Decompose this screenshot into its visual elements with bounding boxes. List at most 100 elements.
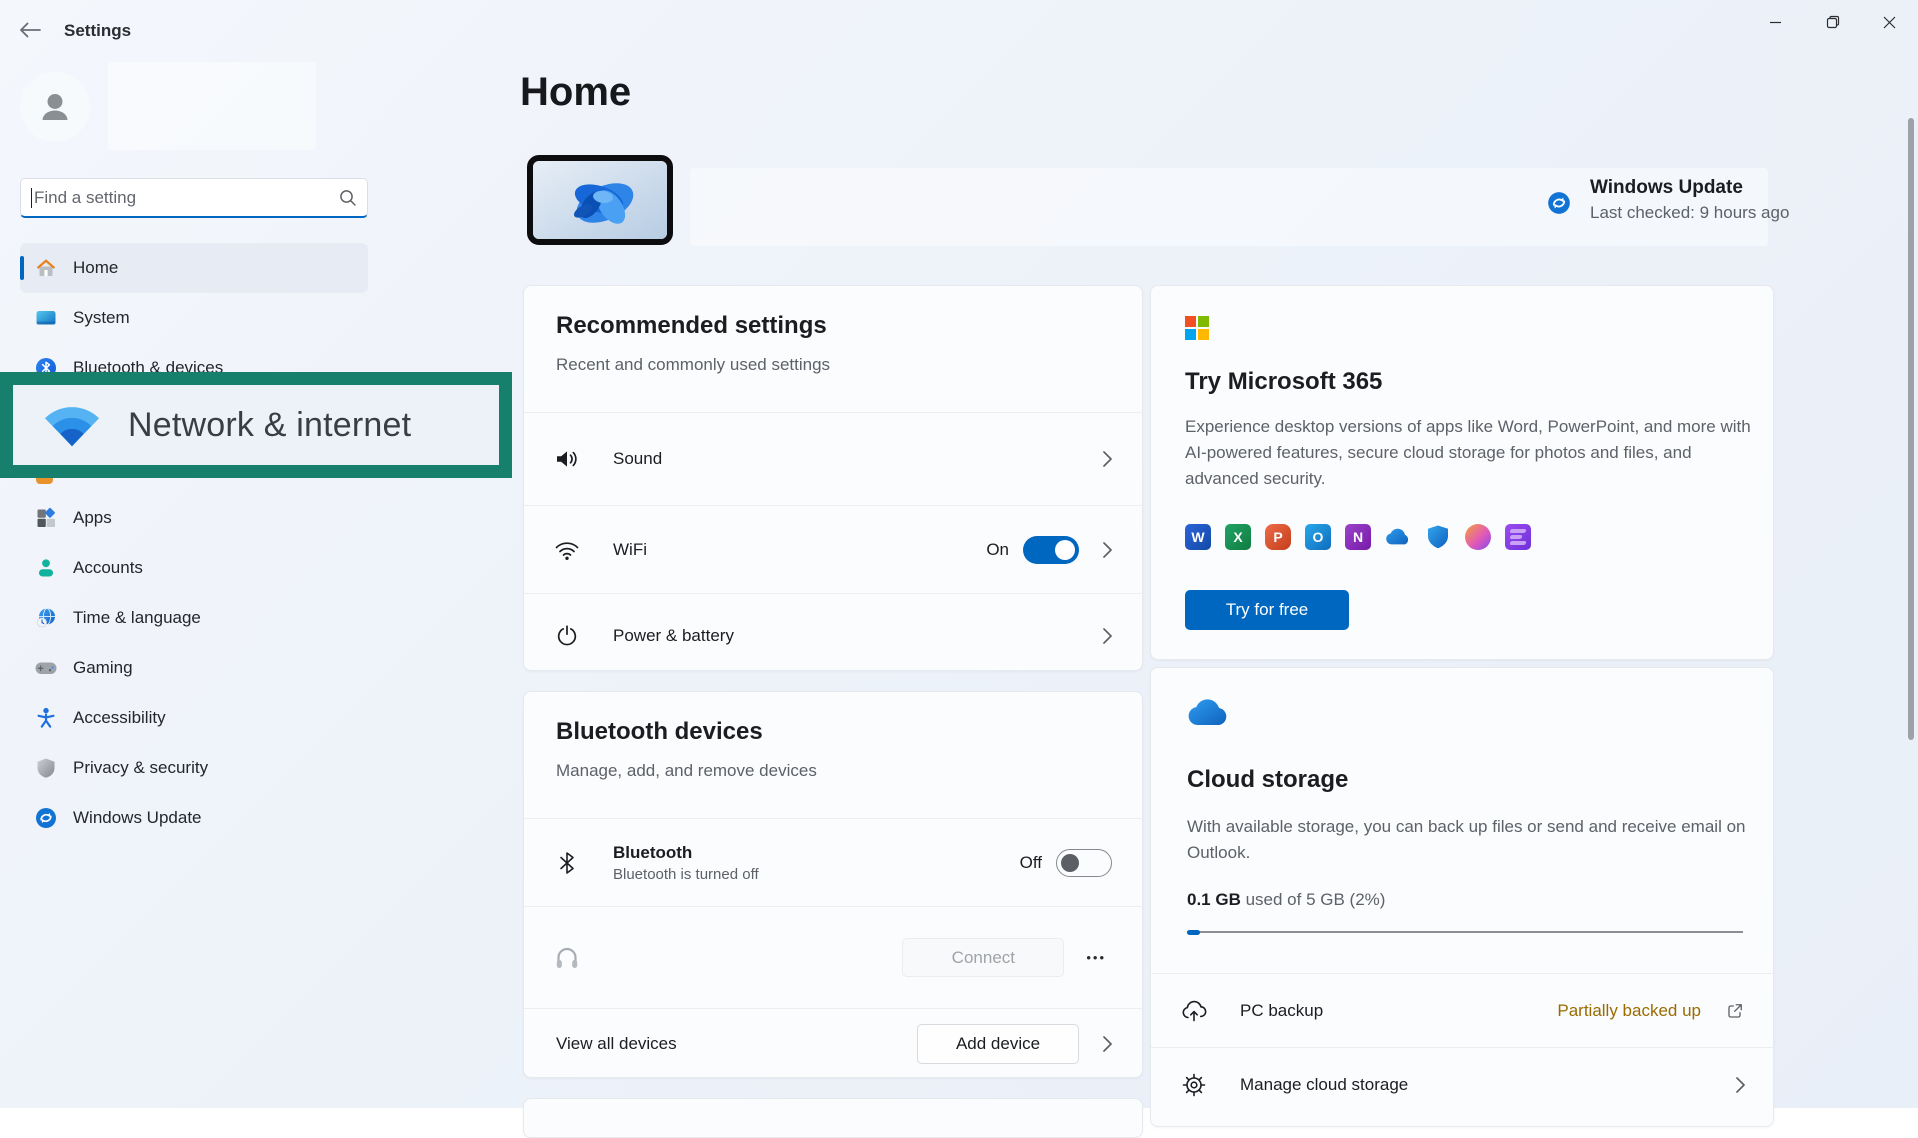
clipchamp-icon <box>1505 524 1531 550</box>
card-title: Cloud storage <box>1187 766 1349 793</box>
sidebar-item-accounts[interactable]: Accounts <box>20 543 368 593</box>
page-title: Home <box>520 70 632 114</box>
sidebar-item-apps[interactable]: Apps <box>20 493 368 543</box>
toggle-state-label: Off <box>1019 852 1042 872</box>
sidebar-item-label: Accessibility <box>73 708 166 727</box>
manage-cloud-storage-row[interactable]: Manage cloud storage <box>1151 1047 1773 1121</box>
wifi-row[interactable]: WiFi On <box>524 505 1142 593</box>
sidebar-item-label: Accounts <box>73 558 143 577</box>
card-title: Bluetooth devices <box>556 718 763 745</box>
sidebar-item-label: Apps <box>73 508 112 527</box>
selected-indicator <box>20 256 24 280</box>
search-placeholder: Find a setting <box>34 187 137 207</box>
view-all-devices-row[interactable]: View all devices Add device <box>524 1008 1142 1077</box>
update-title: Windows Update <box>1590 177 1743 198</box>
apps-icon <box>34 506 58 530</box>
windows-update-icon <box>1546 190 1572 216</box>
window-controls <box>1747 0 1918 44</box>
scrollbar-thumb[interactable] <box>1908 118 1914 740</box>
connect-button[interactable]: Connect <box>902 938 1065 977</box>
row-label: Sound <box>613 449 663 468</box>
search-input[interactable]: Find a setting <box>20 178 368 218</box>
row-label: Power & battery <box>613 625 734 645</box>
power-battery-row[interactable]: Power & battery <box>524 593 1142 670</box>
backup-status-badge: Partially backed up <box>1557 1000 1701 1020</box>
sidebar-item-label: Gaming <box>73 658 133 677</box>
row-label: WiFi <box>613 539 647 559</box>
account-name-skeleton <box>108 62 316 150</box>
onedrive-icon <box>1385 524 1411 550</box>
system-icon <box>34 306 58 330</box>
sidebar-item-label: Time & language <box>73 608 201 627</box>
network-internet-magnified: Network & internet <box>13 385 499 465</box>
chevron-right-icon <box>1103 451 1112 467</box>
person-icon <box>35 87 75 127</box>
defender-icon <box>1425 524 1451 550</box>
update-last-checked: Last checked: 9 hours ago <box>1590 203 1790 222</box>
sound-row[interactable]: Sound <box>524 412 1142 505</box>
excel-icon: X <box>1225 524 1251 550</box>
copilot-icon <box>1465 524 1491 550</box>
gear-icon <box>1181 1072 1207 1098</box>
sidebar-item-gaming[interactable]: Gaming <box>20 643 368 693</box>
toggle-knob <box>1055 539 1075 560</box>
bluetooth-devices-card: Bluetooth devices Manage, add, and remov… <box>523 691 1143 1078</box>
network-internet-highlight[interactable]: Network & internet <box>0 372 512 478</box>
wifi-toggle[interactable] <box>1023 535 1079 564</box>
paired-device-row[interactable]: Connect ••• <box>524 906 1142 1008</box>
row-sublabel: Bluetooth is turned off <box>613 865 759 883</box>
pc-backup-row[interactable]: PC backup Partially backed up <box>1151 973 1773 1047</box>
sidebar-item-label: Home <box>73 258 119 277</box>
row-label: Bluetooth <box>613 842 693 862</box>
power-icon <box>554 624 580 648</box>
sidebar-item-home[interactable]: Home <box>20 243 368 293</box>
more-options-button[interactable]: ••• <box>1080 944 1112 971</box>
sidebar-item-privacy-security[interactable]: Privacy & security <box>20 743 368 793</box>
cloud-storage-card: Cloud storage With available storage, yo… <box>1150 667 1774 1127</box>
outlook-icon: O <box>1305 524 1331 550</box>
next-card-partial <box>523 1098 1143 1138</box>
restore-button[interactable] <box>1804 0 1861 44</box>
wifi-icon <box>554 539 580 561</box>
sidebar-item-accessibility[interactable]: Accessibility <box>20 693 368 743</box>
office-app-icons: W X P O N <box>1185 524 1531 550</box>
back-button[interactable] <box>14 15 46 45</box>
accessibility-icon <box>34 706 58 730</box>
card-title: Recommended settings <box>556 312 827 339</box>
sidebar-item-label: System <box>73 308 130 327</box>
chevron-right-icon <box>1736 1076 1745 1093</box>
sidebar-item-label: Privacy & security <box>73 758 209 777</box>
sound-icon <box>554 447 580 471</box>
recommended-settings-card: Recommended settings Recent and commonly… <box>523 285 1143 671</box>
word-icon: W <box>1185 524 1211 550</box>
time-language-icon <box>34 606 58 630</box>
sidebar-item-time-language[interactable]: Time & language <box>20 593 368 643</box>
wifi-icon <box>43 401 101 449</box>
storage-total-value: used of 5 GB (2%) <box>1240 890 1386 909</box>
external-link-icon <box>1725 1001 1745 1021</box>
microsoft-logo-icon <box>1185 316 1209 340</box>
search-icon <box>339 189 357 207</box>
annotation-label: Network & internet <box>128 405 412 444</box>
avatar[interactable] <box>20 72 90 142</box>
chevron-right-icon <box>1103 1036 1112 1052</box>
card-description: With available storage, you can back up … <box>1187 817 1746 862</box>
back-arrow-icon <box>19 22 41 38</box>
try-for-free-button[interactable]: Try for free <box>1185 590 1349 630</box>
card-header: Recommended settings Recent and commonly… <box>524 286 1142 412</box>
bluetooth-toggle-row[interactable]: Bluetooth Bluetooth is turned off Off <box>524 818 1142 906</box>
sidebar-item-label: Windows Update <box>73 808 202 827</box>
onedrive-cloud-icon <box>1187 698 1229 726</box>
storage-usage-text: 0.1 GB used of 5 GB (2%) <box>1187 890 1385 910</box>
minimize-button[interactable] <box>1747 0 1804 44</box>
sidebar-item-system[interactable]: System <box>20 293 368 343</box>
desktop-preview-thumbnail <box>527 155 673 245</box>
close-button[interactable] <box>1861 0 1918 44</box>
powerpoint-icon: P <box>1265 524 1291 550</box>
bluetooth-toggle[interactable] <box>1056 848 1112 877</box>
chevron-right-icon <box>1103 627 1112 644</box>
sidebar-item-windows-update[interactable]: Windows Update <box>20 793 368 843</box>
text-caret <box>31 187 32 208</box>
add-device-button[interactable]: Add device <box>917 1024 1079 1064</box>
card-title: Try Microsoft 365 <box>1185 368 1383 395</box>
